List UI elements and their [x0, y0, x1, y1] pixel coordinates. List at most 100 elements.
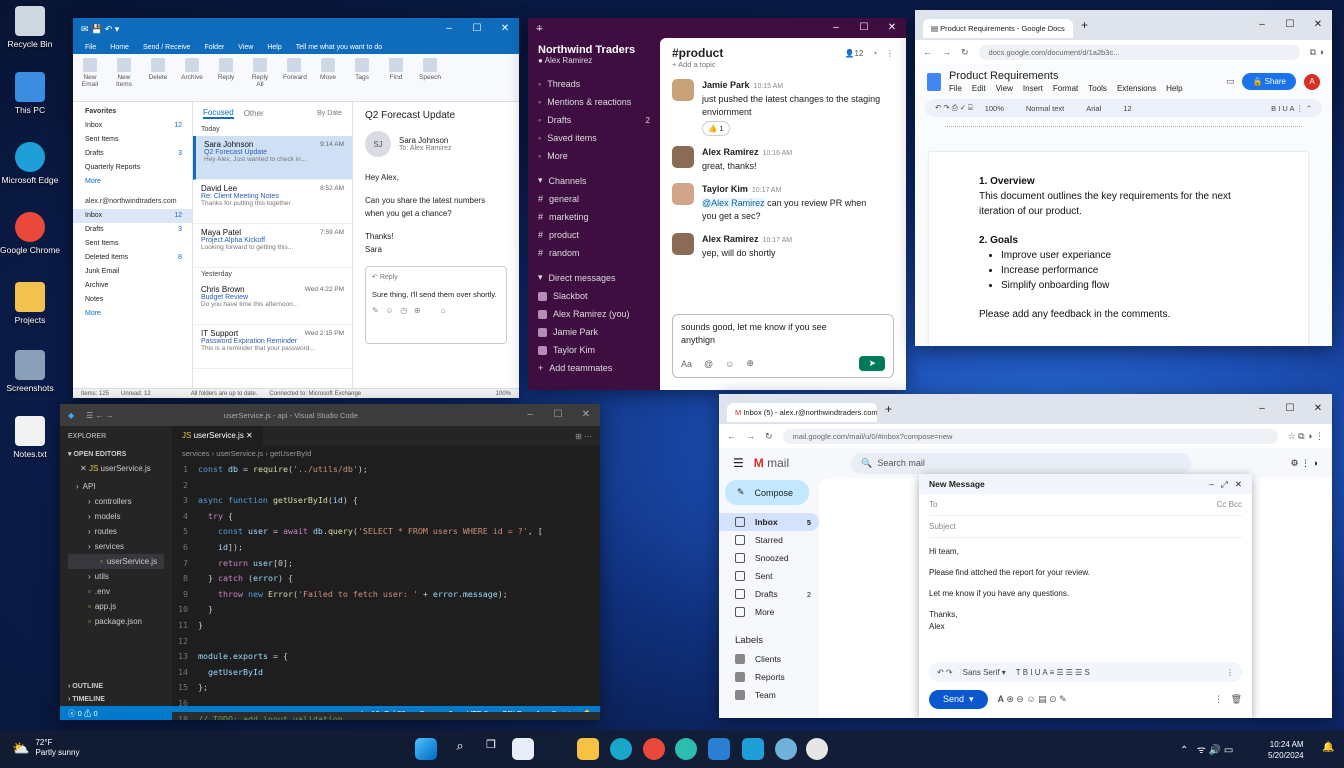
ribbon-button[interactable]: Forward — [283, 58, 307, 97]
font-select[interactable]: Sans Serif ▾ — [963, 668, 1006, 677]
menu-item[interactable]: Send / Receive — [143, 44, 190, 51]
message-author[interactable]: Jamie Park — [702, 80, 750, 90]
folder-item[interactable]: Quarterly Reports — [73, 161, 192, 175]
compose-tools-icon[interactable]: 𝐀 ⊕ ⊖ ☺ ▤ ⊙ ✎ — [998, 694, 1067, 705]
open-editors-header[interactable]: ▾ OPEN EDITORS — [60, 447, 172, 461]
attach-icon[interactable]: ⊕ — [746, 358, 754, 369]
docs-menu-item[interactable]: Extensions — [1117, 84, 1156, 93]
docs-menu-item[interactable]: Help — [1166, 84, 1182, 93]
send-button[interactable]: ➤ — [859, 356, 885, 371]
close-button[interactable]: ✕ — [878, 18, 906, 39]
ribbon-button[interactable]: Find — [385, 58, 407, 97]
start-button[interactable] — [415, 738, 437, 760]
maximize-button[interactable]: ☐ — [1276, 398, 1304, 420]
new-tab-button[interactable]: + — [1081, 18, 1088, 32]
file-tree-item[interactable]: › services — [68, 539, 164, 554]
gmail-nav-snoozed[interactable]: Snoozed — [719, 549, 819, 567]
compose-window-controls[interactable]: – ⤢ ✕ — [1209, 479, 1242, 490]
workspace-name[interactable]: Northwind Traders — [528, 38, 660, 56]
user-avatar[interactable] — [672, 233, 694, 255]
channel-item[interactable]: # random — [528, 244, 660, 262]
search-icon[interactable]: ⌕ — [449, 738, 471, 760]
compose-button[interactable]: ✎ Compose — [725, 480, 809, 505]
code-line[interactable]: 14 getUserById — [172, 665, 600, 681]
open-editor-item[interactable]: ✕ JS userService.js — [60, 461, 172, 476]
folder-item[interactable]: Junk Email — [73, 265, 192, 279]
code-line[interactable]: 3 async function getUserById(id) { — [172, 493, 600, 509]
code-line[interactable]: 13 module.exports = { — [172, 649, 600, 665]
docs-menu-item[interactable]: Tools — [1088, 84, 1107, 93]
docs-menu-item[interactable]: Edit — [972, 84, 986, 93]
edge-dev-icon[interactable] — [675, 738, 697, 760]
desktop-icon-projects[interactable]: Projects — [0, 282, 60, 325]
menu-item[interactable]: File — [85, 44, 96, 51]
code-line[interactable]: 5 const user = await db.query('SELECT * … — [172, 524, 600, 540]
close-button[interactable]: ✕ — [491, 18, 519, 40]
composer-text[interactable]: sounds good, let me know if you see anyt… — [681, 321, 831, 347]
code-line[interactable]: 1 const db = require('../utils/db'); — [172, 462, 600, 478]
channel-item[interactable]: # product — [528, 226, 660, 244]
ribbon-button[interactable]: New Items — [113, 58, 135, 97]
emoji-icon[interactable]: ☺ — [725, 359, 734, 369]
address-bar[interactable]: docs.google.com/document/d/1a2b3c... — [978, 44, 1300, 60]
close-button[interactable]: ✕ — [1304, 14, 1332, 36]
sidebar-item-drafts[interactable]: ◦ Drafts 2 — [528, 111, 660, 129]
file-tree-item[interactable]: › utils — [68, 569, 164, 584]
docs-tab[interactable]: ▤ Product Requirements - Google Docs — [923, 18, 1073, 38]
label-item[interactable]: Clients — [719, 650, 819, 668]
editor-tab[interactable]: JS userService.js ✕ — [172, 426, 263, 446]
font-select[interactable]: Arial — [1086, 104, 1101, 113]
desktop-icon-this-pc[interactable]: This PC — [0, 72, 60, 115]
maximize-button[interactable]: ☐ — [850, 18, 878, 39]
reply-box[interactable]: ↶ Reply Sure thing, I'll send them over … — [365, 266, 507, 344]
gmail-nav-more[interactable]: More — [719, 603, 819, 621]
undo-icon[interactable]: ↶ ↷ ⎙ ✓ ⌸ — [935, 103, 973, 113]
message-composer[interactable]: sounds good, let me know if you see anyt… — [672, 314, 894, 378]
vscode-insiders-icon[interactable] — [742, 738, 764, 760]
channel-item[interactable]: # general — [528, 190, 660, 208]
slack-message[interactable]: Alex Ramirez 10:16 AM great, thanks! — [672, 146, 894, 173]
folder-item[interactable]: Sent Items — [73, 133, 192, 147]
more-options-icon[interactable]: ⋮ 🗑 — [1214, 694, 1242, 705]
folder-item[interactable]: Inbox 12 — [73, 208, 192, 223]
desktop-icon-google-chrome[interactable]: Google Chrome — [0, 212, 60, 255]
new-tab-button[interactable]: + — [885, 402, 892, 416]
extensions-icon[interactable]: ⧉ ◑ — [1310, 47, 1324, 58]
menu-item[interactable]: View — [238, 44, 253, 51]
code-line[interactable]: 12 — [172, 634, 600, 650]
weather-widget[interactable]: ⛅ 72°F Partly sunny — [12, 738, 79, 758]
file-tree-item[interactable]: › API — [68, 479, 164, 494]
style-select[interactable]: Normal text — [1026, 104, 1064, 113]
subject-field[interactable]: Subject — [929, 522, 956, 531]
file-explorer-icon[interactable] — [577, 738, 599, 760]
message-item[interactable]: Sara Johnson 9:14 AM Q2 Forecast Update Hey… — [193, 136, 352, 180]
widgets-icon[interactable] — [512, 738, 534, 760]
channel-item[interactable]: # marketing — [528, 208, 660, 226]
back-icon[interactable]: ← — [923, 47, 932, 57]
file-tree-item[interactable]: › controllers — [68, 494, 164, 509]
slack-taskbar-icon[interactable] — [806, 738, 828, 760]
tab-other[interactable]: Other — [244, 109, 264, 118]
code-line[interactable]: 9 throw new Error('Failed to fetch user:… — [172, 587, 600, 603]
gmail-nav-sent[interactable]: Sent — [719, 567, 819, 585]
file-tree-item[interactable]: ▫ package.json — [68, 614, 164, 629]
comments-icon[interactable]: ▭ — [1226, 76, 1235, 87]
maximize-button[interactable]: ☐ — [1276, 14, 1304, 36]
close-button[interactable]: ✕ — [1304, 398, 1332, 420]
ribbon-button[interactable]: Speech — [419, 58, 441, 97]
breadcrumb-item[interactable]: getUserById — [270, 449, 311, 458]
folder-item[interactable]: Deleted Items 8 — [73, 251, 192, 265]
folder-item[interactable]: Inbox 12 — [73, 119, 192, 133]
menu-item[interactable]: Tell me what you want to do — [296, 44, 382, 51]
ribbon-button[interactable]: Delete — [147, 58, 169, 97]
members-icon[interactable]: 👤12 ◔ ⋮ — [845, 49, 895, 58]
sidebar-item-mentions-reactions[interactable]: ◦ Mentions & reactions — [528, 93, 660, 111]
code-line[interactable]: 8 } catch (error) { — [172, 571, 600, 587]
gmail-tab[interactable]: M Inbox (5) - alex.r@northwindtraders.co… — [727, 402, 877, 422]
ribbon-button[interactable]: Move — [317, 58, 339, 97]
user-avatar[interactable] — [672, 79, 694, 101]
reload-icon[interactable]: ↻ — [765, 431, 773, 442]
minimize-button[interactable]: – — [1248, 14, 1276, 36]
share-button[interactable]: 🔒 Share — [1242, 73, 1296, 90]
code-line[interactable]: 6 id]); — [172, 540, 600, 556]
